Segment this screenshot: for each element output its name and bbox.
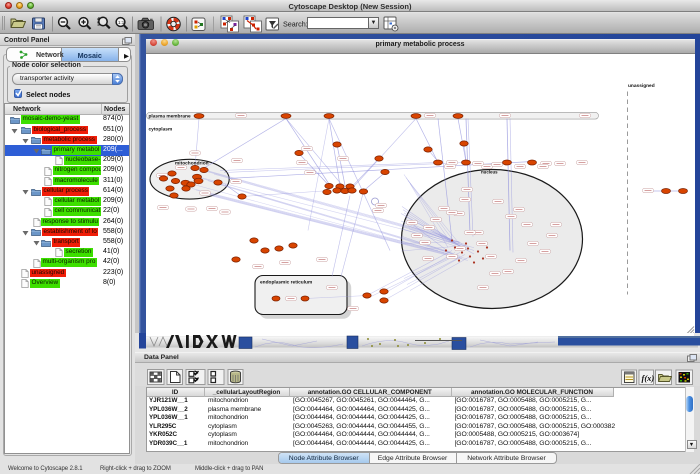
svg-text:plasma membrane: plasma membrane <box>149 113 191 119</box>
svg-text:unassigned: unassigned <box>628 83 655 89</box>
svg-text:cytoplasm: cytoplasm <box>149 126 173 132</box>
svg-text:Search:: Search: <box>283 19 308 28</box>
svg-text:f(x): f(x) <box>642 373 655 383</box>
svg-text:1:1: 1:1 <box>118 20 125 25</box>
svg-text:mitochondrion: mitochondrion <box>175 160 209 166</box>
svg-text:nucleus: nucleus <box>481 169 498 174</box>
svg-text:endoplasmic reticulum: endoplasmic reticulum <box>260 279 312 285</box>
